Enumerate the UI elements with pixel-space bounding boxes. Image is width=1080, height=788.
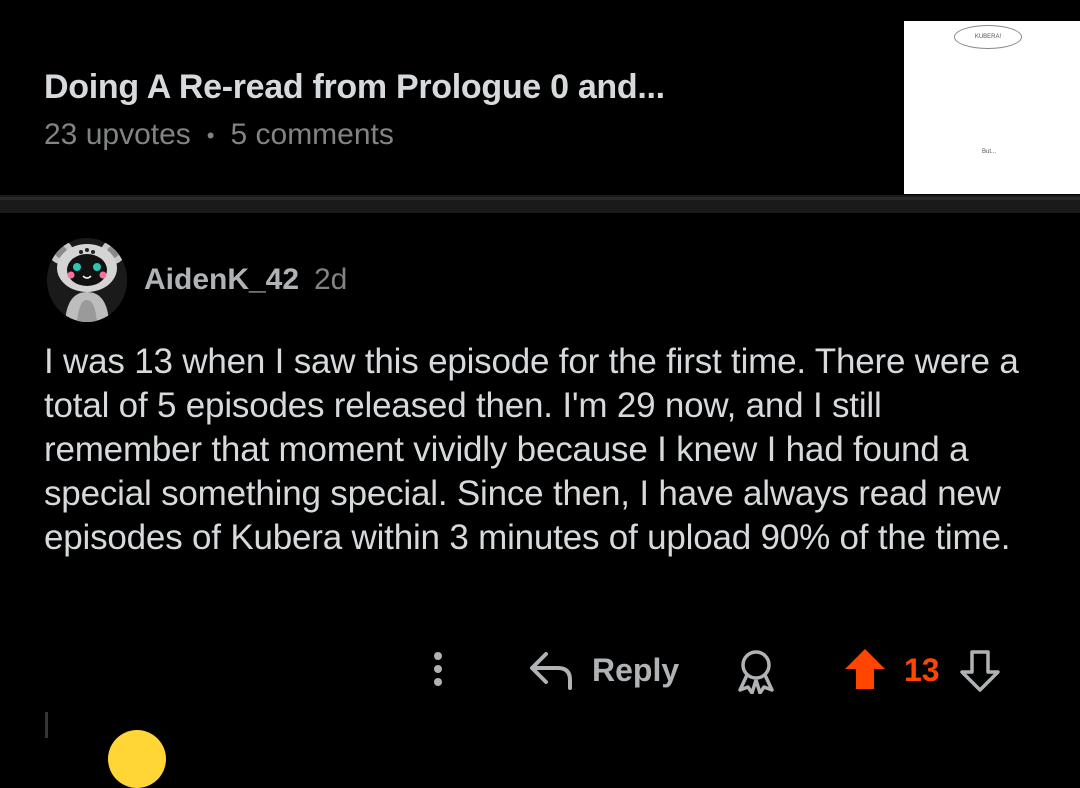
thumbnail-speech-bubble: KUBERA! — [954, 25, 1022, 49]
comment-username[interactable]: AidenK_42 — [144, 263, 299, 297]
thumbnail-caption: But... — [982, 149, 997, 155]
reply-arrow-icon — [530, 652, 572, 690]
reply-button[interactable]: Reply — [528, 648, 679, 692]
koala-avatar-icon — [47, 238, 127, 322]
post-upvotes: 23 upvotes — [44, 118, 191, 151]
divider-line — [0, 197, 1080, 200]
more-options-button[interactable] — [428, 650, 448, 695]
award-icon — [738, 650, 774, 695]
reply-label: Reply — [592, 651, 680, 688]
more-vertical-icon — [434, 652, 442, 686]
upvote-button[interactable] — [842, 646, 888, 697]
post-header[interactable]: Doing A Re-read from Prologue 0 and... 2… — [0, 0, 1080, 195]
post-comments-count: 5 comments — [230, 118, 394, 151]
avatar[interactable] — [47, 238, 127, 322]
upvote-arrow-icon — [845, 649, 885, 689]
downvote-arrow-icon — [960, 650, 1000, 692]
downvote-button[interactable] — [958, 648, 1002, 699]
meta-separator: • — [206, 123, 215, 149]
post-title[interactable]: Doing A Re-read from Prologue 0 and... — [44, 68, 665, 107]
comment-body: I was 13 when I saw this episode for the… — [44, 342, 1019, 557]
comment-age: 2d — [314, 263, 348, 296]
vote-count: 13 — [904, 652, 940, 688]
comment-actions: Reply 13 — [0, 640, 1080, 700]
thread-line[interactable] — [45, 712, 48, 738]
award-button[interactable] — [734, 648, 778, 699]
next-comment-avatar[interactable] — [108, 730, 166, 788]
post-meta: 23 upvotes • 5 comments — [44, 118, 394, 152]
post-thumbnail[interactable]: KUBERA! But... — [904, 21, 1080, 194]
